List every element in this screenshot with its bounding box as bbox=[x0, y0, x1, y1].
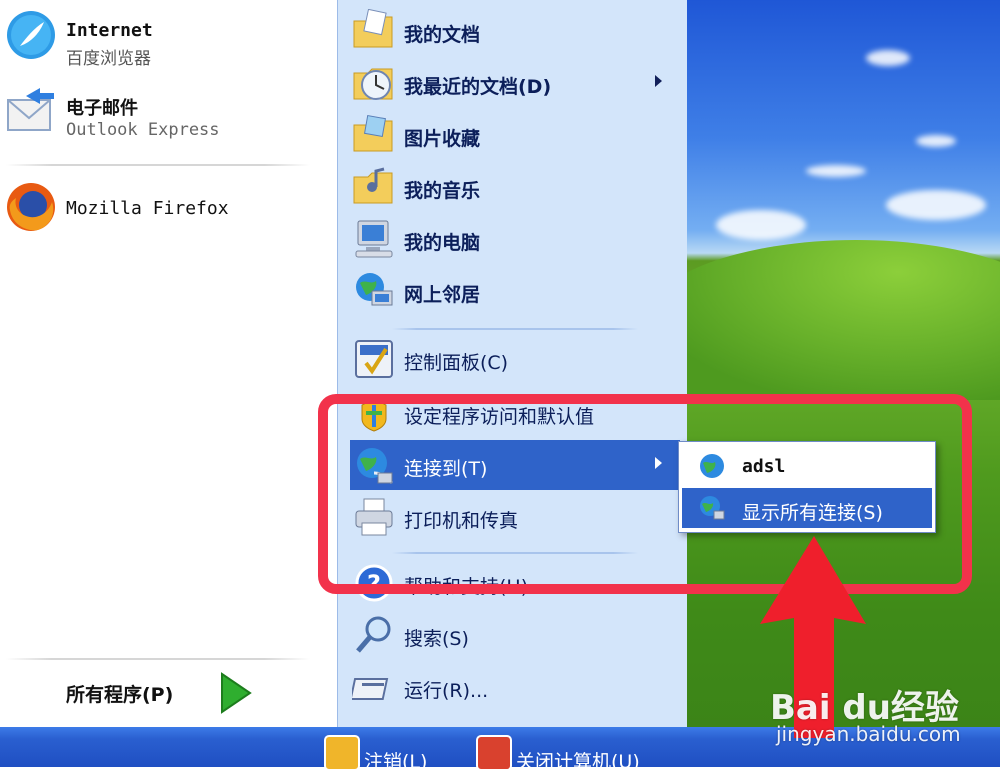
run-icon bbox=[349, 665, 396, 709]
separator bbox=[392, 328, 638, 330]
shutdown-label: 关闭计算机(U) bbox=[516, 751, 640, 773]
pinned-title: Internet bbox=[66, 20, 153, 41]
pinned-subtitle: 百度浏览器 bbox=[66, 49, 151, 69]
email-icon bbox=[4, 84, 58, 138]
place-search[interactable]: 搜索(S) bbox=[350, 610, 680, 660]
submenu-arrow-icon bbox=[655, 75, 662, 87]
separator bbox=[6, 164, 310, 166]
place-run[interactable]: 运行(R)... bbox=[349, 662, 680, 712]
separator bbox=[6, 658, 310, 660]
place-label: 我的音乐 bbox=[404, 180, 481, 202]
place-label: 控制面板(C) bbox=[404, 352, 509, 374]
recent-documents-icon bbox=[352, 61, 396, 105]
pinned-item-firefox[interactable]: Mozilla Firefox bbox=[0, 172, 330, 240]
start-menu-places-panel: 我的文档 我最近的文档(D) 图片收藏 我的音乐 我的电脑 网上邻居 控制面板(… bbox=[337, 0, 687, 727]
place-my-music[interactable]: 我的音乐 bbox=[350, 162, 680, 212]
annotation-highlight-box bbox=[318, 394, 972, 594]
place-label: 我最近的文档(D) bbox=[404, 76, 552, 98]
logoff-button[interactable]: 注销(L) bbox=[324, 733, 464, 773]
play-arrow-icon[interactable] bbox=[218, 672, 252, 714]
power-icon bbox=[476, 735, 512, 771]
network-places-icon bbox=[352, 269, 396, 313]
place-label: 搜索(S) bbox=[404, 628, 469, 650]
search-icon bbox=[352, 613, 396, 657]
place-label: 图片收藏 bbox=[404, 128, 481, 150]
pinned-item-internet[interactable]: Internet 百度浏览器 bbox=[0, 0, 330, 69]
computer-icon bbox=[352, 217, 396, 261]
watermark-url: jingyan.baidu.com bbox=[776, 722, 961, 746]
place-label: 我的文档 bbox=[404, 24, 481, 46]
browser-icon bbox=[4, 8, 58, 62]
control-panel-icon bbox=[352, 337, 396, 381]
key-icon bbox=[324, 735, 360, 771]
folder-music-icon bbox=[352, 165, 396, 209]
folder-pictures-icon bbox=[352, 113, 396, 157]
shutdown-button[interactable]: 关闭计算机(U) bbox=[476, 733, 676, 773]
place-recent-documents[interactable]: 我最近的文档(D) bbox=[350, 58, 680, 108]
pinned-title: 电子邮件 bbox=[66, 98, 138, 119]
firefox-icon bbox=[4, 180, 58, 234]
place-my-computer[interactable]: 我的电脑 bbox=[350, 214, 680, 264]
place-my-documents[interactable]: 我的文档 bbox=[350, 6, 680, 56]
start-menu-pinned-panel: Internet 百度浏览器 电子邮件 Outlook Express Mozi… bbox=[0, 0, 337, 727]
pinned-title: Mozilla Firefox bbox=[66, 198, 229, 219]
place-label: 运行(R)... bbox=[404, 680, 489, 702]
all-programs-label[interactable]: 所有程序(P) bbox=[66, 680, 173, 707]
place-label: 网上邻居 bbox=[404, 284, 481, 306]
place-label: 我的电脑 bbox=[404, 232, 481, 254]
folder-documents-icon bbox=[352, 8, 396, 53]
logoff-label: 注销(L) bbox=[364, 751, 428, 773]
place-control-panel[interactable]: 控制面板(C) bbox=[350, 334, 680, 384]
place-my-pictures[interactable]: 图片收藏 bbox=[350, 110, 680, 160]
pinned-subtitle: Outlook Express bbox=[66, 120, 220, 140]
pinned-item-email[interactable]: 电子邮件 Outlook Express bbox=[0, 76, 330, 144]
place-network-places[interactable]: 网上邻居 bbox=[350, 266, 680, 316]
